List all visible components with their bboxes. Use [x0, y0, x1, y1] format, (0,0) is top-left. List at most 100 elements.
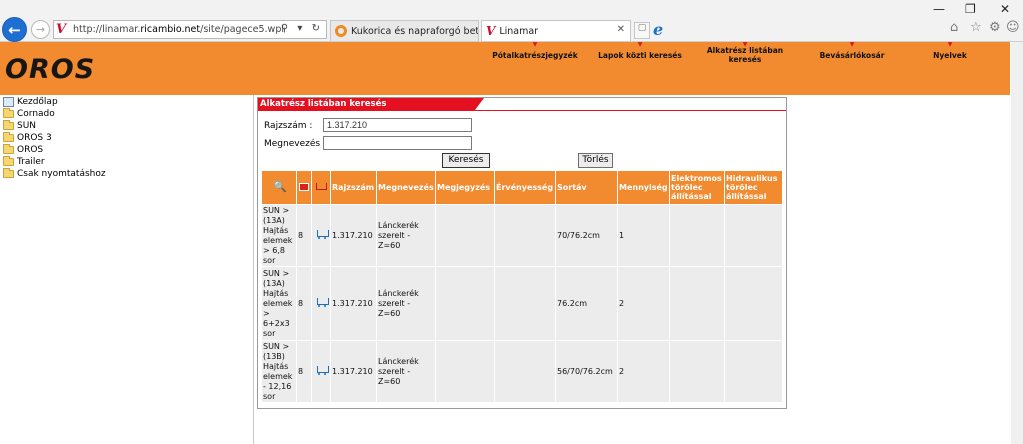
megnevezes-cell: Lánckerék szerelt - Z=60 — [377, 267, 436, 341]
arrow-right-icon: → — [35, 23, 46, 36]
back-button[interactable]: ← — [2, 17, 27, 42]
site-header: OROS ▼ Pótalkatrészjegyzék ▼ Lapok közti… — [0, 42, 1010, 95]
tab-title: Linamar — [499, 25, 539, 37]
rajzszam-input[interactable] — [323, 118, 472, 132]
elektromos-cell — [670, 205, 725, 267]
elektromos-cell — [670, 341, 725, 403]
folder-icon — [3, 168, 14, 178]
megnevezes-input[interactable] — [323, 136, 472, 150]
home-icon[interactable]: ⌂ — [950, 20, 958, 35]
header-megjegyzes: Megjegyzés — [436, 171, 495, 205]
chevron-down-icon: ▼ — [947, 41, 953, 48]
chevron-down-icon: ▼ — [532, 41, 538, 48]
forward-button[interactable]: → — [31, 20, 50, 39]
tree-item-label: Kezdőlap — [17, 97, 58, 107]
megnevezes-label: Megnevezés : — [264, 139, 326, 149]
ervenyesseg-cell — [495, 341, 556, 403]
search-button[interactable]: Keresés — [442, 153, 490, 168]
table-row: SUN > (13B) Hajtás elemek - 12,16 sor 8 … — [262, 341, 783, 403]
favorites-icon[interactable]: ☆ — [970, 20, 982, 35]
browser-chrome: — ❐ ✕ ← → V http://linamar.ricambio.net/… — [0, 0, 1023, 42]
add-to-cart-cell[interactable] — [312, 341, 331, 403]
tree-item-oros[interactable]: OROS — [3, 144, 43, 156]
tree-item-label: SUN — [17, 121, 37, 131]
megjegyzes-cell — [436, 205, 495, 267]
megjegyzes-cell — [436, 341, 495, 403]
tree-item-label: OROS 3 — [17, 133, 52, 143]
magnifier-icon: 🔍 — [273, 180, 287, 193]
rajzszam-cell: 1.317.210 — [331, 205, 377, 267]
restore-button[interactable]: ❐ — [965, 2, 976, 16]
path-cell[interactable]: SUN > (13B) Hajtás elemek - 12,16 sor — [262, 341, 297, 403]
elektromos-cell — [670, 267, 725, 341]
menu-lapok-kozti-kereses[interactable]: ▼ Lapok közti keresés — [594, 42, 686, 95]
sortav-cell: 76.2cm — [556, 267, 618, 341]
tree-item-oros-3[interactable]: OROS 3 — [3, 132, 52, 144]
url-text[interactable]: http://linamar.ricambio.net/site/pagece5… — [73, 24, 285, 35]
tree-item-trailer[interactable]: Trailer — [3, 156, 45, 168]
header-search-col: 🔍 — [262, 171, 297, 205]
folder-icon — [3, 120, 14, 130]
new-tab-button[interactable]: ▢ — [634, 22, 650, 39]
tab-title: Kukorica és napraforgó betaka... — [351, 25, 479, 37]
tab-kukorica[interactable]: Kukorica és napraforgó betaka... — [330, 20, 479, 41]
settings-icon[interactable]: ⚙ — [989, 20, 1001, 35]
cart-icon[interactable] — [315, 229, 329, 239]
folder-icon — [3, 144, 14, 154]
menu-potalkatreszjegyzek[interactable]: ▼ Pótalkatrészjegyzék — [490, 42, 580, 95]
rajzszam-cell: 1.317.210 — [331, 341, 377, 403]
mennyiseg-cell: 2 — [618, 267, 670, 341]
close-window-button[interactable]: ✕ — [1000, 2, 1010, 16]
add-to-cart-cell[interactable] — [312, 267, 331, 341]
menu-nyelvek[interactable]: ▼ Nyelvek — [920, 42, 980, 95]
chevron-down-icon: ▼ — [637, 41, 643, 48]
feedback-icon[interactable]: ☺ — [1006, 20, 1020, 35]
tree-item-csak-nyomtatashoz[interactable]: Csak nyomtatáshoz — [3, 168, 106, 180]
add-to-cart-cell[interactable] — [312, 205, 331, 267]
tab-close-icon[interactable]: ✕ — [617, 24, 625, 35]
arrow-left-icon: ← — [8, 20, 21, 39]
folder-icon — [3, 108, 14, 118]
cart-icon — [315, 183, 327, 190]
tree-item-label: Csak nyomtatáshoz — [17, 169, 106, 179]
hidraulikus-cell — [725, 341, 783, 403]
results-table: 🔍 Rajzszám Megnevezés Megjegyzés Érvénye… — [262, 171, 783, 403]
minimize-button[interactable]: — — [933, 2, 945, 16]
num-cell: 8 — [297, 205, 312, 267]
megnevezes-cell: Lánckerék szerelt - Z=60 — [377, 341, 436, 403]
oros-logo[interactable]: OROS — [5, 54, 95, 85]
cart-icon[interactable] — [315, 365, 329, 375]
vertical-scrollbar[interactable] — [1011, 42, 1023, 444]
tab-favicon-icon — [335, 25, 347, 37]
new-tab-icon: ▢ — [637, 23, 647, 33]
path-cell[interactable]: SUN > (13A) Hajtás elemek > 6+2x3 sor — [262, 267, 297, 341]
address-actions-icon[interactable]: ⚲ ▾ ↻ — [281, 23, 323, 34]
home-icon — [3, 97, 14, 107]
tree-item-label: Cornado — [17, 109, 55, 119]
ie-logo-icon[interactable]: e — [653, 20, 663, 39]
header-megnevezes: Megnevezés — [377, 171, 436, 205]
sortav-cell: 56/70/76.2cm — [556, 341, 618, 403]
tree-item-sun[interactable]: SUN — [3, 120, 36, 132]
num-cell: 8 — [297, 267, 312, 341]
mennyiseg-cell: 1 — [618, 205, 670, 267]
cart-icon[interactable] — [315, 297, 329, 307]
table-row: SUN > (13A) Hajtás elemek > 6,8 sor 8 1.… — [262, 205, 783, 267]
header-elektromos: Elektromos törölec állítással — [670, 171, 725, 205]
tree-item-kezdolap[interactable]: Kezdőlap — [3, 96, 58, 108]
tab-linamar[interactable]: V Linamar ✕ — [481, 20, 631, 41]
address-bar[interactable]: V http://linamar.ricambio.net/site/pagec… — [53, 20, 327, 39]
num-cell: 8 — [297, 341, 312, 403]
header-rajzszam: Rajzszám — [331, 171, 377, 205]
header-ervenyesseg: Érvényesség — [495, 171, 556, 205]
menu-bevasarlokosar[interactable]: ▼ Bevásárlókosár — [808, 42, 896, 95]
path-cell[interactable]: SUN > (13A) Hajtás elemek > 6,8 sor — [262, 205, 297, 267]
header-mennyiseg: Mennyiség — [618, 171, 670, 205]
menu-alkatresz-listaban-kereses[interactable]: ▼ Alkatrész listában keresés — [703, 42, 787, 95]
tree-item-cornado[interactable]: Cornado — [3, 108, 55, 120]
tree-item-label: OROS — [17, 145, 44, 155]
site-favicon-icon: V — [56, 22, 67, 37]
ervenyesseg-cell — [495, 267, 556, 341]
table-header-row: 🔍 Rajzszám Megnevezés Megjegyzés Érvénye… — [262, 171, 783, 205]
clear-button[interactable]: Törlés — [578, 153, 613, 168]
